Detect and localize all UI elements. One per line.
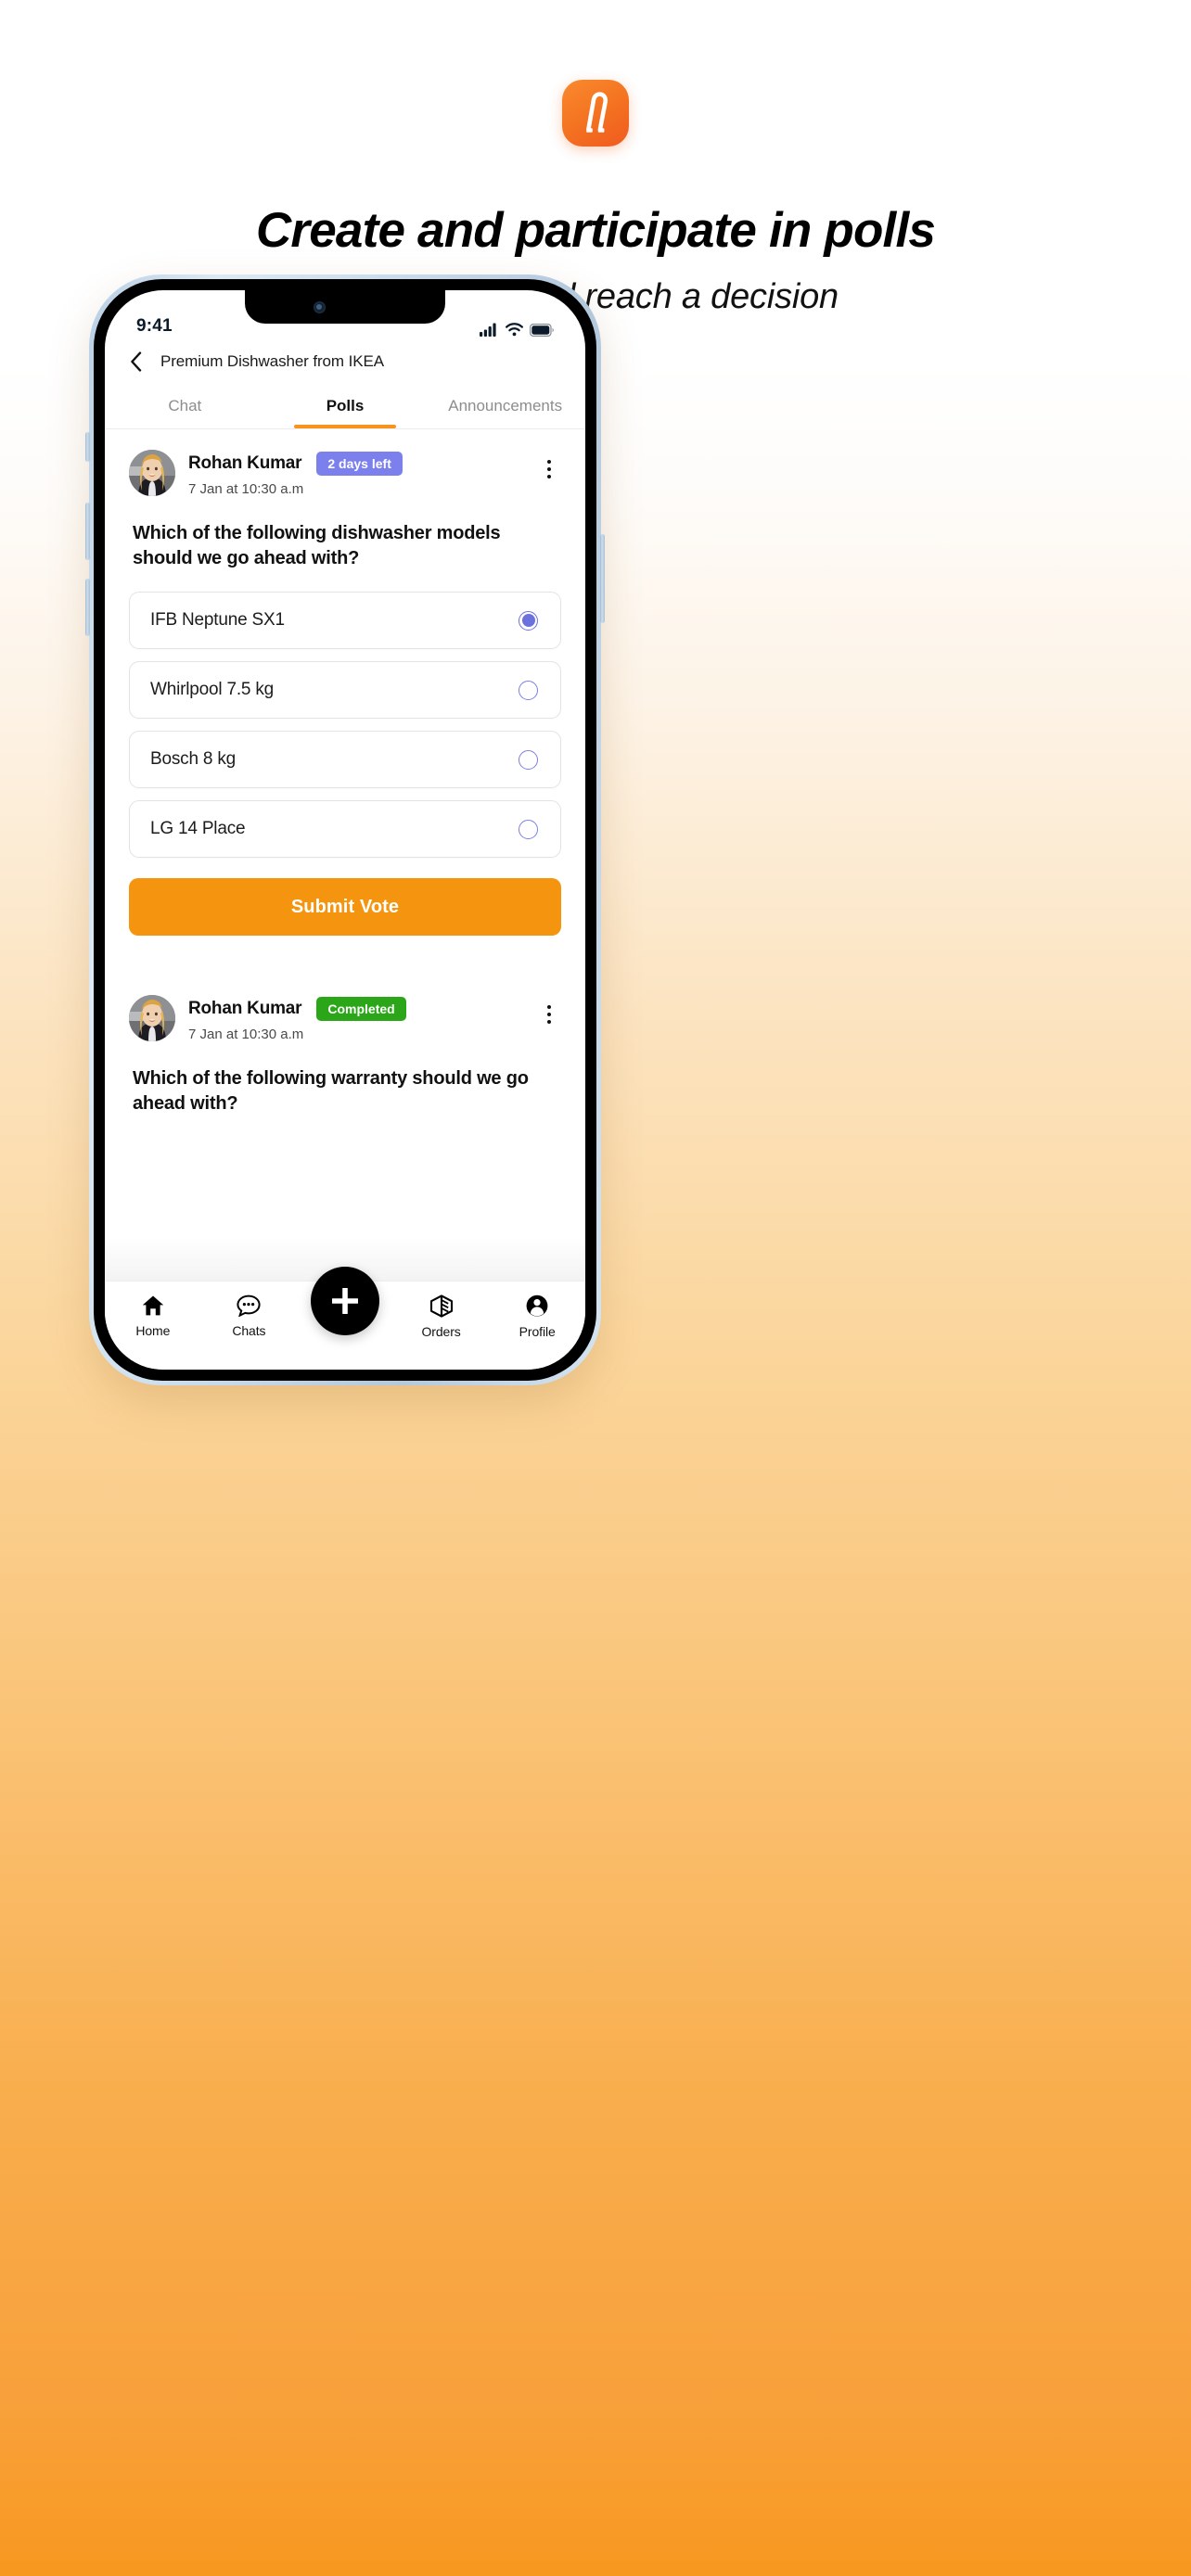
nav-label: Home (135, 1323, 171, 1338)
nav-item-home[interactable]: Home (105, 1294, 201, 1338)
poll-option[interactable]: Bosch 8 kg (129, 731, 561, 788)
avatar (129, 450, 175, 496)
phone-mockup: 9:41 Premium Dishwasher from IKEA Chat P… (85, 274, 605, 1385)
poll-author-row: Rohan Kumar Completed (188, 997, 524, 1021)
poll-timestamp: 7 Jan at 10:30 a.m (188, 481, 304, 497)
nav-item-chats[interactable]: Chats (201, 1294, 298, 1338)
radio-button[interactable] (519, 680, 538, 700)
battery-full-icon (530, 324, 554, 337)
poll-meta: Rohan Kumar 2 days left 7 Jan at 10:30 a… (188, 450, 524, 497)
poll-header: Rohan Kumar 2 days left 7 Jan at 10:30 a… (129, 450, 561, 497)
poll-option[interactable]: Whirlpool 7.5 kg (129, 661, 561, 719)
volume-down-button[interactable] (85, 579, 90, 636)
poll-meta: Rohan Kumar Completed 7 Jan at 10:30 a.m (188, 995, 524, 1042)
submit-vote-button[interactable]: Submit Vote (129, 878, 561, 936)
poll-option[interactable]: IFB Neptune SX1 (129, 592, 561, 649)
nav-label: Orders (421, 1324, 461, 1339)
nav-item-orders[interactable]: Orders (393, 1294, 490, 1339)
wifi-icon (506, 323, 523, 337)
tab-chat[interactable]: Chat (105, 383, 265, 428)
poll-option[interactable]: LG 14 Place (129, 800, 561, 858)
poll-timestamp: 7 Jan at 10:30 a.m (188, 1027, 304, 1042)
logo-container (0, 80, 1191, 147)
bottom-navigation: Home Chats Orders Profile (105, 1267, 585, 1370)
nav-label: Profile (519, 1324, 556, 1339)
chevron-left-icon[interactable] (125, 351, 146, 372)
volume-up-button[interactable] (85, 503, 90, 560)
radio-button[interactable] (519, 819, 538, 839)
chat-bubble-icon (237, 1294, 261, 1317)
avatar (129, 995, 175, 1041)
poll-divider (105, 936, 585, 975)
status-time: 9:41 (136, 316, 173, 336)
status-badge: 2 days left (316, 452, 403, 476)
polls-list[interactable]: Rohan Kumar 2 days left 7 Jan at 10:30 a… (105, 429, 585, 1281)
mute-switch[interactable] (85, 432, 90, 462)
create-button[interactable] (311, 1267, 379, 1335)
kebab-menu-icon[interactable] (537, 999, 561, 1030)
option-label: IFB Neptune SX1 (150, 610, 285, 630)
hero-title: Create and participate in polls (255, 203, 936, 258)
status-badge: Completed (316, 997, 406, 1021)
nav-item-profile[interactable]: Profile (489, 1294, 585, 1339)
option-label: Bosch 8 kg (150, 749, 236, 769)
page-title: Premium Dishwasher from IKEA (160, 352, 384, 370)
poll-author: Rohan Kumar (188, 453, 302, 473)
notch (245, 290, 445, 324)
power-button[interactable] (600, 534, 605, 623)
plus-icon (332, 1288, 358, 1314)
signal-bars-icon (480, 323, 496, 337)
option-label: LG 14 Place (150, 819, 246, 838)
radio-button[interactable] (519, 749, 538, 770)
radio-button[interactable] (519, 610, 538, 631)
tab-announcements[interactable]: Announcements (425, 383, 585, 428)
poll-card: Rohan Kumar Completed 7 Jan at 10:30 a.m… (105, 975, 585, 1116)
nav-label: Chats (232, 1323, 266, 1338)
app-header: Premium Dishwasher from IKEA (105, 340, 585, 383)
phone-bezel: 9:41 Premium Dishwasher from IKEA Chat P… (94, 279, 596, 1381)
poll-author-row: Rohan Kumar 2 days left (188, 452, 524, 476)
poll-card: Rohan Kumar 2 days left 7 Jan at 10:30 a… (105, 429, 585, 936)
poll-author: Rohan Kumar (188, 999, 302, 1018)
poll-header: Rohan Kumar Completed 7 Jan at 10:30 a.m (129, 995, 561, 1042)
person-icon (526, 1294, 548, 1317)
home-icon (142, 1295, 163, 1316)
poll-question: Which of the following dishwasher models… (133, 523, 501, 568)
poll-question: Which of the following warranty should w… (133, 1068, 529, 1114)
package-icon (429, 1294, 453, 1318)
status-icons (480, 323, 554, 337)
kebab-menu-icon[interactable] (537, 453, 561, 485)
poll-options: IFB Neptune SX1 Whirlpool 7.5 kg Bosch 8… (129, 592, 561, 858)
option-label: Whirlpool 7.5 kg (150, 680, 275, 699)
hero-section: Create and participate in polls to discu… (0, 0, 1191, 317)
front-camera-icon (313, 300, 326, 313)
tab-polls[interactable]: Polls (265, 383, 426, 428)
app-logo-icon (562, 80, 629, 147)
tab-bar: Chat Polls Announcements (105, 383, 585, 429)
phone-screen: 9:41 Premium Dishwasher from IKEA Chat P… (105, 290, 585, 1370)
